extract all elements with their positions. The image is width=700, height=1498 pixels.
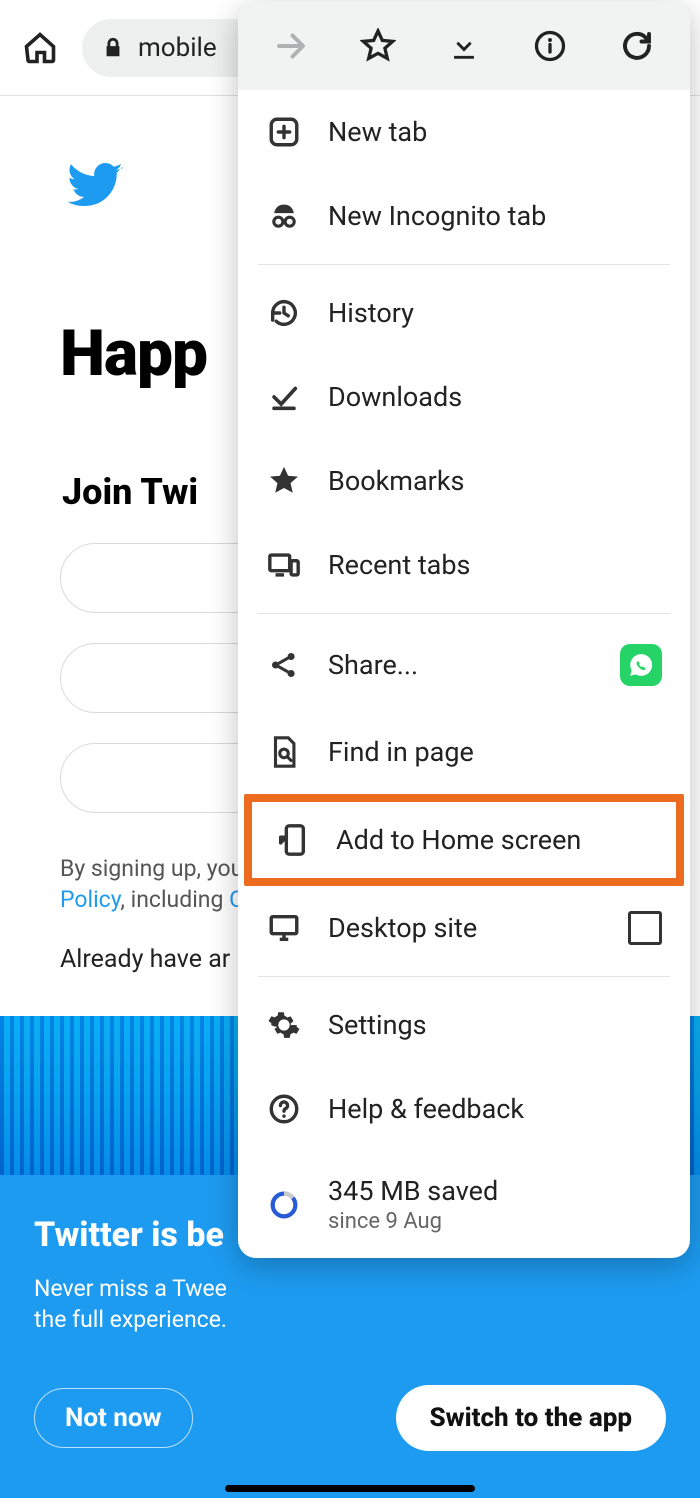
menu-divider	[258, 264, 670, 265]
desktop-site-checkbox[interactable]	[628, 911, 662, 945]
info-icon[interactable]	[530, 26, 570, 66]
menu-item-label: Bookmarks	[328, 465, 662, 497]
browser-overflow-menu: New tab New Incognito tab History Downlo…	[238, 2, 690, 1258]
star-icon[interactable]	[358, 26, 398, 66]
menu-item-label: Downloads	[328, 381, 662, 413]
menu-item-label: New Incognito tab	[328, 200, 662, 232]
menu-history[interactable]: History	[238, 271, 690, 355]
history-icon	[266, 295, 302, 331]
add-to-home-icon	[274, 822, 310, 858]
policy-link[interactable]: Policy	[60, 886, 120, 913]
home-indicator	[225, 1485, 475, 1492]
menu-add-to-home[interactable]: Add to Home screen	[252, 802, 676, 878]
menu-downloads[interactable]: Downloads	[238, 355, 690, 439]
menu-share[interactable]: Share...	[238, 620, 690, 710]
menu-recent-tabs[interactable]: Recent tabs	[238, 523, 690, 607]
whatsapp-icon[interactable]	[620, 644, 662, 686]
lock-icon	[102, 37, 124, 59]
share-icon	[266, 647, 302, 683]
help-icon	[266, 1091, 302, 1127]
menu-divider	[258, 613, 670, 614]
download-icon[interactable]	[444, 26, 484, 66]
banner-body: Never miss a Twee the full experience.	[34, 1273, 666, 1335]
url-text: mobile	[138, 33, 217, 63]
menu-find-in-page[interactable]: Find in page	[238, 710, 690, 794]
menu-desktop-site[interactable]: Desktop site	[238, 886, 690, 970]
menu-item-label: Add to Home screen	[336, 824, 654, 856]
menu-help[interactable]: Help & feedback	[238, 1067, 690, 1151]
menu-item-label: Share...	[328, 649, 594, 681]
twitter-logo-icon	[60, 156, 130, 216]
star-filled-icon	[266, 463, 302, 499]
menu-item-label: Recent tabs	[328, 549, 662, 581]
menu-bookmarks[interactable]: Bookmarks	[238, 439, 690, 523]
menu-item-label: New tab	[328, 116, 662, 148]
menu-item-label: Desktop site	[328, 912, 602, 944]
data-saved-amount: 345 MB saved	[328, 1175, 662, 1207]
forward-icon[interactable]	[271, 26, 311, 66]
find-in-page-icon	[266, 734, 302, 770]
menu-divider	[258, 976, 670, 977]
gear-icon	[266, 1007, 302, 1043]
menu-data-saved[interactable]: 345 MB saved since 9 Aug	[238, 1151, 690, 1258]
menu-item-label: Find in page	[328, 736, 662, 768]
switch-to-app-button[interactable]: Switch to the app	[396, 1385, 666, 1451]
downloads-check-icon	[266, 379, 302, 415]
desktop-icon	[266, 910, 302, 946]
plus-square-icon	[266, 114, 302, 150]
menu-item-label: Help & feedback	[328, 1093, 662, 1125]
devices-icon	[266, 547, 302, 583]
menu-new-tab[interactable]: New tab	[238, 90, 690, 174]
menu-settings[interactable]: Settings	[238, 983, 690, 1067]
incognito-icon	[266, 198, 302, 234]
data-saver-icon	[266, 1187, 302, 1223]
menu-item-label: History	[328, 297, 662, 329]
menu-item-label: Settings	[328, 1009, 662, 1041]
data-saved-since: since 9 Aug	[328, 1209, 662, 1234]
menu-top-row	[238, 2, 690, 90]
menu-incognito[interactable]: New Incognito tab	[238, 174, 690, 258]
not-now-button[interactable]: Not now	[34, 1388, 193, 1448]
refresh-icon[interactable]	[617, 26, 657, 66]
tutorial-highlight: Add to Home screen	[244, 794, 684, 886]
home-icon[interactable]	[20, 28, 60, 68]
